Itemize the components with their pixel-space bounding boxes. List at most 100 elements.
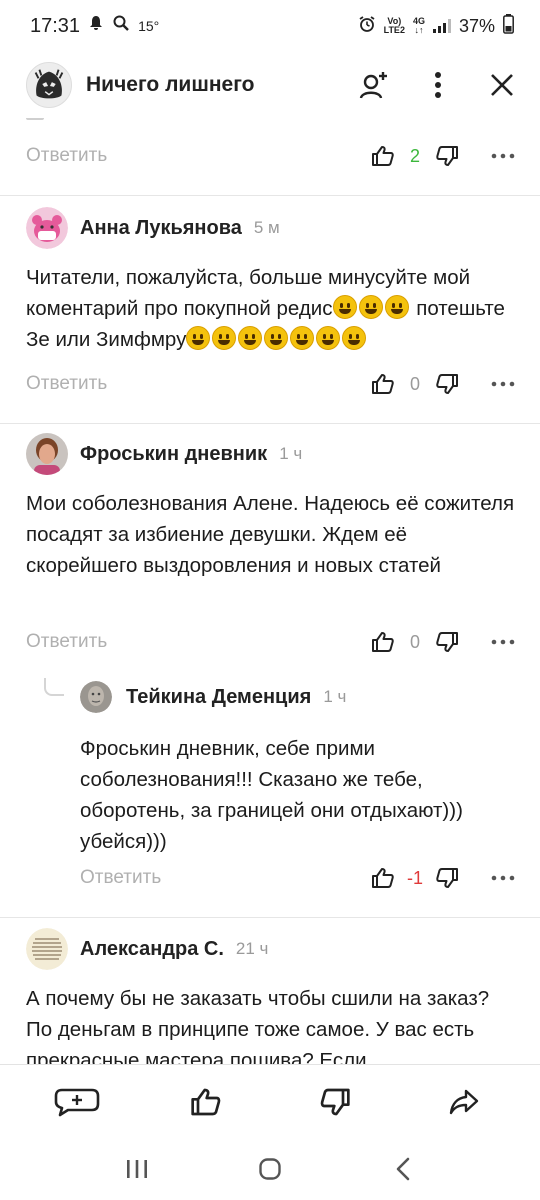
- reply-link[interactable]: Ответить: [26, 631, 107, 653]
- close-button[interactable]: [486, 69, 518, 101]
- add-comment-icon: [54, 1088, 99, 1116]
- thumb-down-icon: [436, 868, 458, 888]
- comment-actions: Ответить 0: [26, 627, 516, 657]
- like-count: 2: [409, 145, 420, 166]
- home-button[interactable]: [246, 1145, 294, 1193]
- giggle-emoji: [264, 326, 289, 350]
- comment: Анна Лукьянова 5 м Читатели, пожалуйста,…: [26, 206, 518, 355]
- temperature: 15°: [138, 18, 160, 34]
- comment-text: Мои соболезнования Алене. Надеюсь её сож…: [26, 492, 515, 577]
- search-status-icon: [112, 14, 130, 38]
- grinning-emoji: [332, 295, 357, 319]
- dislike-button[interactable]: [432, 627, 462, 657]
- previous-comment-fragment: [26, 118, 126, 122]
- thumb-up-icon: [190, 1088, 220, 1115]
- more-button[interactable]: [490, 369, 516, 399]
- like-button[interactable]: [368, 369, 398, 399]
- like-button[interactable]: [368, 863, 398, 893]
- grinning-emoji: [186, 326, 211, 350]
- comment: Александра С. 21 ч А почему бы не заказа…: [26, 927, 518, 1064]
- vertical-dots-icon: [435, 72, 441, 98]
- grinning-emoji: [238, 326, 263, 350]
- more-dots-icon: [491, 875, 515, 881]
- comment-text: А почему бы не заказать чтобы сшили на з…: [26, 987, 490, 1064]
- grinning-emoji: [358, 295, 383, 319]
- back-button[interactable]: [379, 1145, 427, 1193]
- alarm-icon: [358, 15, 376, 38]
- avatar[interactable]: [80, 681, 112, 713]
- like-count: -1: [406, 867, 423, 888]
- like-count: 0: [409, 373, 420, 394]
- network-type: 4G ↓↑: [412, 16, 425, 35]
- share-icon: [449, 1089, 478, 1114]
- subscribe-button[interactable]: [358, 69, 390, 101]
- divider: [0, 195, 540, 196]
- thumb-up-icon: [372, 632, 394, 652]
- notification-icon: [88, 15, 104, 37]
- divider: [0, 917, 540, 918]
- divider: [0, 423, 540, 424]
- comment-time: 1 ч: [323, 687, 347, 706]
- comment-author[interactable]: Анна Лукьянова: [80, 217, 242, 240]
- battery-level: 37%: [458, 15, 495, 36]
- dislike-button[interactable]: [432, 369, 462, 399]
- more-button[interactable]: [490, 141, 516, 171]
- thumb-down-icon: [320, 1088, 350, 1115]
- article-like-button[interactable]: [178, 1078, 234, 1126]
- giggle-emoji: [290, 326, 315, 350]
- giggle-emoji: [316, 326, 341, 350]
- reply-link[interactable]: Ответить: [26, 145, 107, 167]
- comment-text: Читатели, пожалуйста, больше минусуйте м…: [26, 266, 505, 351]
- more-dots-icon: [491, 381, 515, 387]
- comment-author[interactable]: Тейкина Деменция: [126, 686, 311, 709]
- comments-feed[interactable]: Ответить 2 Анна Лукьянова 5 м Читатели, …: [0, 118, 540, 1064]
- avatar[interactable]: [26, 928, 68, 970]
- reply-link[interactable]: Ответить: [26, 373, 107, 395]
- recent-apps-button[interactable]: [113, 1145, 161, 1193]
- comment-actions: Ответить 0: [26, 369, 516, 399]
- avatar[interactable]: [26, 207, 68, 249]
- status-bar: 17:31 15° Vo) LTE2 4G ↓↑ 37%: [0, 0, 540, 52]
- comment-time: 21 ч: [235, 939, 269, 958]
- thumb-up-icon: [372, 868, 394, 888]
- giggle-emoji: [342, 326, 367, 350]
- more-dots-icon: [491, 639, 515, 645]
- volte-indicator: Vo) LTE2: [383, 16, 405, 35]
- like-button[interactable]: [368, 141, 398, 171]
- status-time: 17:31: [30, 14, 81, 37]
- channel-title[interactable]: Ничего лишнего: [86, 73, 255, 97]
- comment-author[interactable]: Александра С.: [80, 938, 224, 961]
- avatar[interactable]: [26, 433, 68, 475]
- signal-icon: [432, 19, 451, 33]
- like-button[interactable]: [368, 627, 398, 657]
- reply-thread-line: [44, 678, 64, 696]
- channel-logo[interactable]: [26, 62, 72, 108]
- dislike-button[interactable]: [432, 141, 462, 171]
- more-button[interactable]: [490, 863, 516, 893]
- close-icon: [491, 74, 513, 96]
- more-dots-icon: [491, 153, 515, 159]
- channel-header: Ничего лишнего: [0, 52, 540, 118]
- add-comment-button[interactable]: [49, 1078, 105, 1126]
- thumb-down-icon: [436, 374, 458, 394]
- dislike-button[interactable]: [432, 863, 462, 893]
- more-button[interactable]: [490, 627, 516, 657]
- reply-comment: Тейкина Деменция 1 ч Фроськин дневник, с…: [80, 675, 518, 857]
- grinning-emoji: [384, 295, 409, 319]
- comment-time: 1 ч: [279, 444, 303, 463]
- comment-actions: Ответить -1: [80, 863, 516, 893]
- comment-text: Фроськин дневник, себе прими соболезнова…: [80, 737, 463, 853]
- share-button[interactable]: [436, 1078, 492, 1126]
- system-navigation: [0, 1138, 540, 1200]
- comment-actions: Ответить 2: [26, 141, 516, 171]
- thumb-down-icon: [436, 632, 458, 652]
- add-user-icon: [359, 72, 387, 99]
- battery-icon: [503, 13, 514, 39]
- comment-author[interactable]: Фроськин дневник: [80, 443, 267, 466]
- article-dislike-button[interactable]: [307, 1078, 363, 1126]
- recent-apps-icon: [126, 1160, 147, 1178]
- menu-button[interactable]: [422, 69, 454, 101]
- like-count: 0: [409, 631, 420, 652]
- reply-link[interactable]: Ответить: [80, 867, 161, 889]
- thumb-down-icon: [436, 146, 458, 166]
